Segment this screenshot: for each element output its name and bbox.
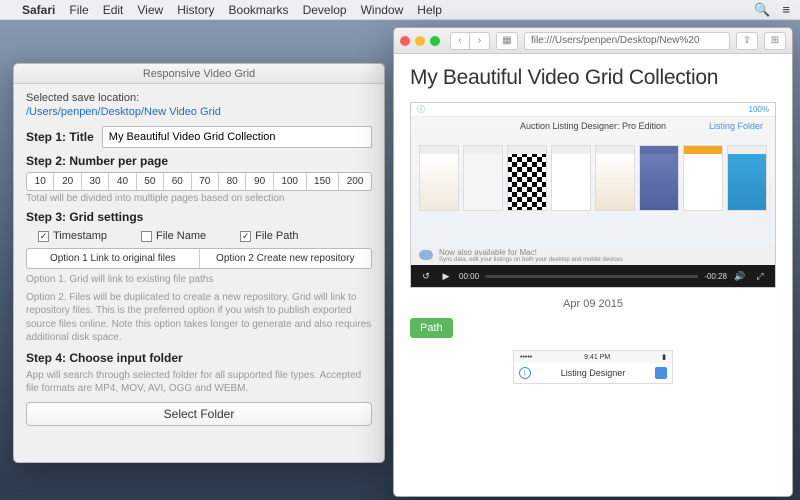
video-banner: Now also available for Mac! Sync data, e…	[411, 245, 775, 265]
battery-icon: ▮	[662, 353, 666, 361]
time-remaining: -00:28	[704, 272, 727, 281]
checkbox-timestamp[interactable]: Timestamp	[38, 230, 107, 242]
cloud-icon	[419, 250, 433, 260]
settings-window: Responsive Video Grid Selected save loca…	[13, 63, 385, 463]
signal-icon: •••••	[520, 354, 532, 361]
info-circle-icon: i	[519, 367, 531, 379]
checkbox-timestamp-label: Timestamp	[53, 230, 107, 242]
menubar-edit[interactable]: Edit	[103, 3, 124, 17]
carousel-thumb	[419, 145, 459, 211]
video-controls[interactable]: ↺ ▶ 00:00 -00:28 🔊 ⤢	[411, 265, 775, 287]
safari-toolbar: ‹ › ▦ file:///Users/penpen/Desktop/New%2…	[394, 28, 792, 54]
settings-window-title[interactable]: Responsive Video Grid	[14, 64, 384, 84]
mini-card-title: Listing Designer	[561, 368, 626, 378]
checkbox-filename[interactable]: File Name	[141, 230, 206, 242]
carousel-thumb	[683, 145, 723, 211]
forward-button[interactable]: ›	[470, 32, 490, 50]
menubar-develop[interactable]: Develop	[303, 3, 347, 17]
fullscreen-video-icon[interactable]: ⤢	[753, 271, 767, 282]
per-page-90[interactable]: 90	[246, 173, 273, 190]
carousel-thumb	[507, 145, 547, 211]
safari-page-content: My Beautiful Video Grid Collection ⓘ 100…	[394, 54, 792, 496]
sidebar-toggle-icon[interactable]: ▦	[496, 32, 518, 50]
macos-menubar: Safari File Edit View History Bookmarks …	[0, 0, 800, 20]
menubar-help[interactable]: Help	[417, 3, 442, 17]
step4-description: App will search through selected folder …	[26, 369, 372, 396]
back-button[interactable]: ‹	[450, 32, 470, 50]
step2-hint: Total will be divided into multiple page…	[26, 193, 372, 204]
banner-title: Now also available for Mac!	[439, 248, 623, 257]
time-current: 00:00	[459, 272, 479, 281]
video-date: Apr 09 2015	[410, 298, 776, 310]
menubar-history[interactable]: History	[177, 3, 214, 17]
path-button[interactable]: Path	[410, 318, 453, 338]
menubar-file[interactable]: File	[69, 3, 88, 17]
option1-description: Option 1. Grid will link to existing fil…	[26, 273, 372, 287]
title-input[interactable]	[102, 126, 372, 148]
option2-description: Option 2. Files will be duplicated to cr…	[26, 291, 372, 345]
share-icon[interactable]: ⇪	[736, 32, 758, 50]
play-icon[interactable]: ▶	[439, 271, 453, 282]
per-page-selector[interactable]: 10 20 30 40 50 60 70 80 90 100 150 200	[26, 172, 372, 191]
save-location-label: Selected save location:	[26, 92, 372, 104]
window-traffic-lights[interactable]	[400, 36, 440, 46]
volume-icon[interactable]: 🔊	[733, 271, 747, 282]
video-still: Auction Listing Designer: Pro Edition Li…	[411, 117, 775, 245]
mini-device-card: ••••• 9:41 PM ▮ i Listing Designer	[513, 350, 673, 384]
page-title: My Beautiful Video Grid Collection	[410, 66, 776, 90]
carousel-thumb	[727, 145, 767, 211]
battery-indicator: 100%	[749, 105, 769, 114]
step2-heading: Step 2: Number per page	[26, 154, 372, 168]
checkbox-filepath-label: File Path	[255, 230, 298, 242]
select-folder-button[interactable]: Select Folder	[26, 402, 372, 426]
banner-subtitle: Sync data, edit your listings on both yo…	[439, 257, 623, 263]
menubar-app-name[interactable]: Safari	[22, 3, 55, 17]
step4-heading: Step 4: Choose input folder	[26, 351, 372, 365]
close-icon[interactable]	[400, 36, 410, 46]
menu-list-icon[interactable]: ≡	[782, 2, 790, 17]
minimize-icon[interactable]	[415, 36, 425, 46]
carousel-thumb	[551, 145, 591, 211]
option-selector[interactable]: Option 1 Link to original files Option 2…	[26, 248, 372, 269]
per-page-30[interactable]: 30	[82, 173, 109, 190]
per-page-40[interactable]: 40	[109, 173, 136, 190]
step1-heading: Step 1: Title	[26, 130, 94, 144]
per-page-70[interactable]: 70	[192, 173, 219, 190]
address-bar[interactable]: file:///Users/penpen/Desktop/New%20	[524, 32, 730, 50]
menubar-window[interactable]: Window	[361, 3, 404, 17]
video-player[interactable]: ⓘ 100% Auction Listing Designer: Pro Edi…	[410, 102, 776, 288]
seek-track[interactable]	[485, 275, 698, 278]
tabs-icon[interactable]: ⊞	[764, 32, 786, 50]
per-page-100[interactable]: 100	[274, 173, 307, 190]
menubar-view[interactable]: View	[137, 3, 163, 17]
per-page-10[interactable]: 10	[27, 173, 54, 190]
carousel-thumb	[595, 145, 635, 211]
mini-card-time: 9:41 PM	[584, 354, 610, 361]
fullscreen-icon[interactable]	[430, 36, 440, 46]
info-icon: ⓘ	[417, 104, 425, 115]
carousel-thumb	[639, 145, 679, 211]
carousel-thumb	[463, 145, 503, 211]
app-square-icon	[655, 367, 667, 379]
per-page-200[interactable]: 200	[339, 173, 371, 190]
per-page-80[interactable]: 80	[219, 173, 246, 190]
per-page-150[interactable]: 150	[307, 173, 340, 190]
safari-window: ‹ › ▦ file:///Users/penpen/Desktop/New%2…	[393, 27, 793, 497]
option-new-repository[interactable]: Option 2 Create new repository	[200, 249, 372, 268]
per-page-20[interactable]: 20	[54, 173, 81, 190]
menubar-bookmarks[interactable]: Bookmarks	[229, 3, 289, 17]
checkbox-filepath[interactable]: File Path	[240, 230, 298, 242]
per-page-60[interactable]: 60	[164, 173, 191, 190]
checkbox-filename-label: File Name	[156, 230, 206, 242]
step3-heading: Step 3: Grid settings	[26, 210, 372, 224]
spotlight-icon[interactable]: 🔍	[754, 2, 770, 18]
folder-label: Listing Folder	[709, 121, 763, 131]
option-link-original[interactable]: Option 1 Link to original files	[27, 249, 200, 268]
per-page-50[interactable]: 50	[137, 173, 164, 190]
save-location-path[interactable]: /Users/penpen/Desktop/New Video Grid	[26, 106, 372, 118]
rewind-icon[interactable]: ↺	[419, 271, 433, 282]
